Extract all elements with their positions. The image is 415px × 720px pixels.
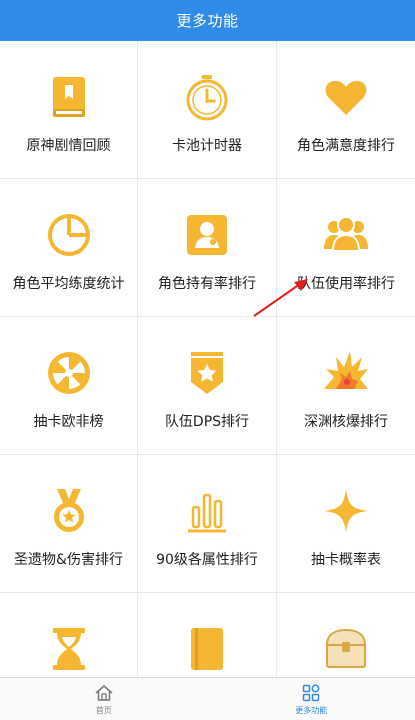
sparkle-icon xyxy=(322,487,370,535)
feature-avg-build-stats[interactable]: 角色平均练度统计 xyxy=(0,179,137,316)
feature-artifact-damage-ranking[interactable]: 圣遗物&伤害排行 xyxy=(0,455,137,592)
feature-team-dps-ranking[interactable]: 队伍DPS排行 xyxy=(138,317,276,454)
feature-label: 角色平均练度统计 xyxy=(12,276,125,292)
heart-icon xyxy=(322,73,370,121)
feature-label: 原神剧情回顾 xyxy=(26,138,111,154)
feature-hourglass[interactable] xyxy=(0,593,137,677)
tab-home-label: 首页 xyxy=(95,705,112,715)
feature-banner-timer[interactable]: 卡池计时器 xyxy=(138,41,276,178)
feature-label: 卡池计时器 xyxy=(172,138,242,154)
feature-label: 角色持有率排行 xyxy=(158,276,256,292)
feature-label: 队伍DPS排行 xyxy=(164,414,250,430)
star-badge-icon xyxy=(183,349,231,397)
bar-chart-icon xyxy=(183,487,231,535)
feature-character-ownership[interactable]: 角色持有率排行 xyxy=(138,179,276,316)
tab-more-label: 更多功能 xyxy=(295,705,328,715)
feature-label: 圣遗物&伤害排行 xyxy=(14,552,123,568)
feature-team-usage[interactable]: 队伍使用率排行 xyxy=(277,179,415,316)
feature-lv90-stat-ranking[interactable]: 90级各属性排行 xyxy=(138,455,276,592)
feature-label: 深渊核爆排行 xyxy=(304,414,388,430)
feature-label: 90级各属性排行 xyxy=(156,552,258,568)
page-title: 更多功能 xyxy=(176,12,239,30)
hourglass-icon xyxy=(45,625,93,673)
feature-character-satisfaction[interactable]: 角色满意度排行 xyxy=(277,41,415,178)
medal-icon xyxy=(45,487,93,535)
user-card-icon xyxy=(183,211,231,259)
home-icon xyxy=(95,684,113,701)
group-icon xyxy=(322,211,370,259)
feature-treasure-chest[interactable] xyxy=(277,593,415,677)
notebook-icon xyxy=(183,625,231,673)
feature-story-review[interactable]: 原神剧情回顾 xyxy=(0,41,137,178)
explosion-icon xyxy=(322,349,370,397)
feature-label: 抽卡概率表 xyxy=(311,552,381,568)
wheel-icon xyxy=(45,349,93,397)
feature-abyss-burst-ranking[interactable]: 深渊核爆排行 xyxy=(277,317,415,454)
grid-apps-icon xyxy=(303,684,320,701)
feature-label: 抽卡欧非榜 xyxy=(33,414,104,430)
stopwatch-icon xyxy=(183,73,231,121)
tab-more-features[interactable]: 更多功能 xyxy=(208,678,415,720)
pie-chart-icon xyxy=(45,211,93,259)
feature-gacha-probability[interactable]: 抽卡概率表 xyxy=(277,455,415,592)
bottom-tab-bar: 首页 更多功能 xyxy=(0,677,415,720)
feature-notebook[interactable] xyxy=(138,593,276,677)
feature-label: 角色满意度排行 xyxy=(297,138,395,154)
feature-label: 队伍使用率排行 xyxy=(297,276,395,292)
feature-grid: 原神剧情回顾 卡池计时器 角色满意度排行 角色平均练度统计 角色持有率排行 队伍… xyxy=(0,41,415,677)
tab-home[interactable]: 首页 xyxy=(0,678,208,720)
page-header: 更多功能 xyxy=(0,0,415,41)
book-icon xyxy=(45,73,93,121)
treasure-chest-icon xyxy=(322,625,370,673)
feature-gacha-luck-ranking[interactable]: 抽卡欧非榜 xyxy=(0,317,137,454)
